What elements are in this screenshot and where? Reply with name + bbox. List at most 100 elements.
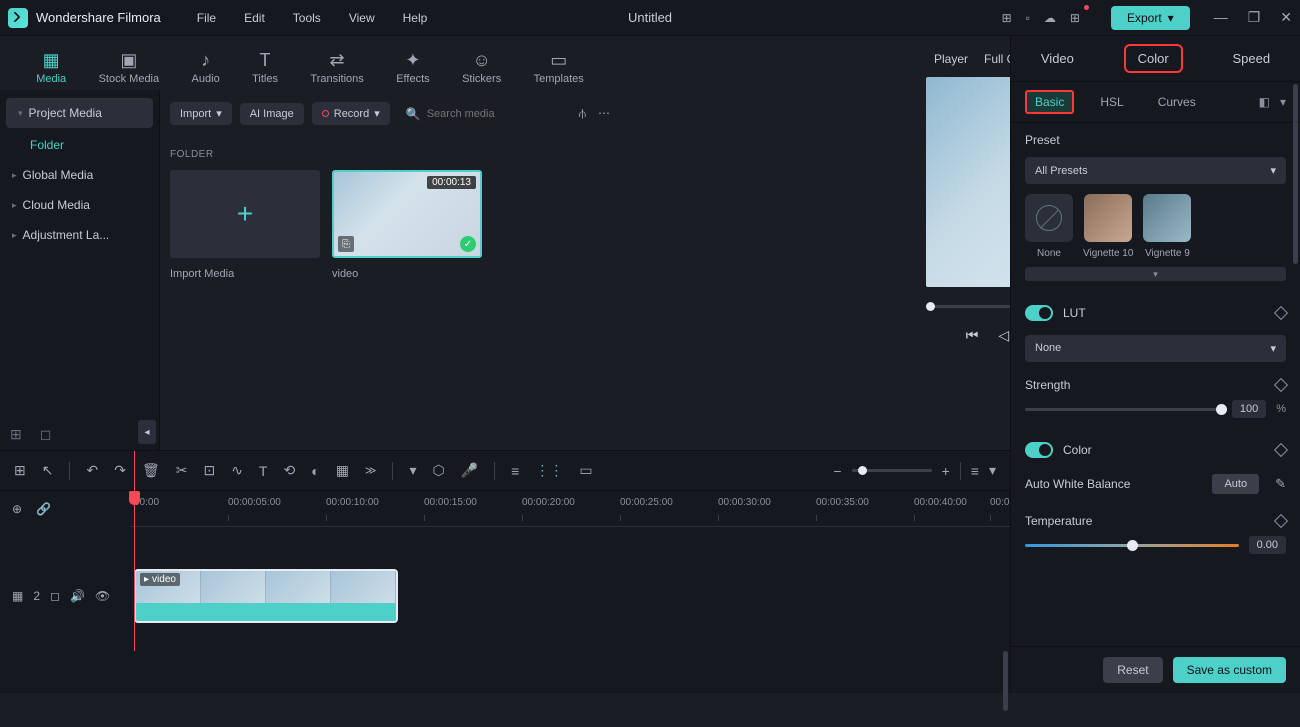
compare-icon[interactable]: ◧ [1259,95,1270,109]
preset-dropdown[interactable]: All Presets▾ [1025,157,1286,184]
auto-button[interactable]: Auto [1212,474,1259,494]
zoom-out-icon[interactable]: − [833,463,841,479]
filter-icon[interactable]: ⫛ [579,106,586,121]
tl-chevron-icon[interactable]: ▾ [989,462,996,479]
keyframe-icon[interactable] [1274,514,1288,528]
ai-image-button[interactable]: AI Image [240,103,304,125]
save-icon[interactable]: ▫ [1026,11,1030,25]
tab-audio[interactable]: ♪Audio [186,48,226,87]
temperature-slider[interactable] [1025,544,1239,547]
keyframe-icon[interactable] [1274,378,1288,392]
tab-templates[interactable]: ▭Templates [528,48,590,87]
tl-list-icon[interactable]: ≡ [971,463,979,479]
redo-icon[interactable]: ↷ [114,462,126,479]
tab-color-props[interactable]: Color [1124,44,1183,73]
menu-file[interactable]: File [185,7,228,29]
zoom-in-icon[interactable]: + [942,463,950,479]
menu-help[interactable]: Help [391,7,440,29]
record-button[interactable]: Record▾ [312,102,390,125]
subtab-hsl[interactable]: HSL [1092,92,1131,112]
magnet-icon[interactable]: ⋮⋮ [535,462,563,479]
tab-media[interactable]: ▦Media [30,48,72,87]
properties-scrollbar[interactable] [1293,84,1298,264]
delete-icon[interactable]: 🗑 [142,462,160,479]
tab-stock-media[interactable]: ▣Stock Media [93,48,166,87]
timeline-scrollbar[interactable] [1003,651,1008,711]
temperature-value[interactable]: 0.00 [1249,536,1286,554]
collapse-sidebar-button[interactable]: ◂ [138,420,156,444]
speed-icon[interactable]: ∿ [231,462,243,479]
step-back-button[interactable]: ◁ [998,327,1009,344]
menu-edit[interactable]: Edit [232,7,277,29]
tab-effects[interactable]: ✦Effects [390,48,435,87]
keyframe-icon[interactable] [1274,306,1288,320]
add-to-timeline-icon[interactable]: ⎘ [338,236,354,252]
track-link-icon[interactable]: ◻ [50,589,60,603]
strength-value[interactable]: 100 [1232,400,1266,418]
undo-icon[interactable]: ↶ [86,462,98,479]
media-clip-tile[interactable]: 00:00:13 ⎘ ✓ video [332,170,482,280]
timeline-clip[interactable]: ▸video [134,569,398,623]
audio-mix-icon[interactable]: ≡ [511,463,519,479]
menu-tools[interactable]: Tools [281,7,333,29]
chevron-down-icon[interactable]: ▾ [1280,95,1286,109]
color-toggle[interactable] [1025,442,1053,458]
zoom-slider[interactable] [852,469,932,472]
tab-transitions[interactable]: ⇄Transitions [304,48,369,87]
track-visibility-icon[interactable]: 👁 [95,589,110,603]
sidebar-adjustment-layer[interactable]: ▸Adjustment La... [0,220,159,250]
rotate-icon[interactable]: ⟲ [283,462,295,479]
cloud-icon[interactable]: ☁ [1044,11,1056,25]
screen-icon[interactable]: ⊞ [1002,11,1012,25]
preset-none[interactable]: None [1025,194,1073,259]
apps-icon[interactable]: ⊞ [1070,11,1080,25]
menu-view[interactable]: View [337,7,387,29]
search-input[interactable] [427,108,563,120]
layer-icon[interactable]: ▦ [336,462,349,479]
playhead[interactable] [134,451,135,651]
shield-icon[interactable]: ⬡ [432,462,444,479]
text-icon[interactable]: T [259,463,268,479]
import-button[interactable]: Import▾ [170,102,232,125]
preset-expand-button[interactable]: ▾ [1025,267,1286,281]
marker-icon[interactable]: ▾ [409,462,416,479]
subtab-basic[interactable]: Basic [1025,90,1074,114]
sidebar-global-media[interactable]: ▸Global Media [0,160,159,190]
sidebar-project-media[interactable]: ▾Project Media [6,98,153,128]
tab-titles[interactable]: TTitles [246,48,284,87]
timeline-ruler[interactable]: 00:00 00:00:05:00 00:00:10:00 00:00:15:0… [130,491,1010,527]
export-button[interactable]: Export ▾ [1111,6,1190,30]
lut-toggle[interactable] [1025,305,1053,321]
color-icon[interactable]: ◐ [311,463,319,479]
close-button[interactable]: ✕ [1280,9,1292,26]
folder-icon[interactable]: ◻ [40,426,52,443]
mic-icon[interactable]: 🎤 [461,462,478,479]
search-media[interactable]: 🔍 [398,107,571,121]
preset-vignette-9[interactable]: Vignette 9 [1143,194,1191,259]
lut-select[interactable]: None▾ [1025,335,1286,362]
save-custom-button[interactable]: Save as custom [1173,657,1286,683]
preset-vignette-10[interactable]: Vignette 10 [1083,194,1133,259]
render-icon[interactable]: ▭ [579,462,592,479]
tab-stickers[interactable]: ☺Stickers [456,48,507,87]
tab-video-props[interactable]: Video [1031,47,1084,70]
eyedropper-icon[interactable]: ✎ [1275,476,1286,492]
keyframe-icon[interactable] [1274,443,1288,457]
tl-select-icon[interactable]: ⊞ [14,462,26,479]
tl-add-track-icon[interactable]: ⊕ [12,502,22,516]
import-media-tile[interactable]: + Import Media [170,170,320,280]
more-tools-icon[interactable]: ≫ [365,464,377,477]
reset-button[interactable]: Reset [1103,657,1162,683]
track-audio-icon[interactable]: 🔊 [70,589,85,603]
strength-slider[interactable] [1025,408,1222,411]
crop-icon[interactable]: ⊡ [203,462,215,479]
tab-speed-props[interactable]: Speed [1223,47,1281,70]
prev-frame-button[interactable]: ⏮ [966,327,979,344]
sidebar-folder[interactable]: Folder [0,130,159,160]
new-folder-icon[interactable]: ⊞ [10,426,22,443]
subtab-curves[interactable]: Curves [1150,92,1204,112]
tl-cursor-icon[interactable]: ↖ [42,462,54,479]
sidebar-cloud-media[interactable]: ▸Cloud Media [0,190,159,220]
tl-link-icon[interactable]: 🔗 [36,502,51,516]
maximize-button[interactable]: ❐ [1248,9,1261,26]
